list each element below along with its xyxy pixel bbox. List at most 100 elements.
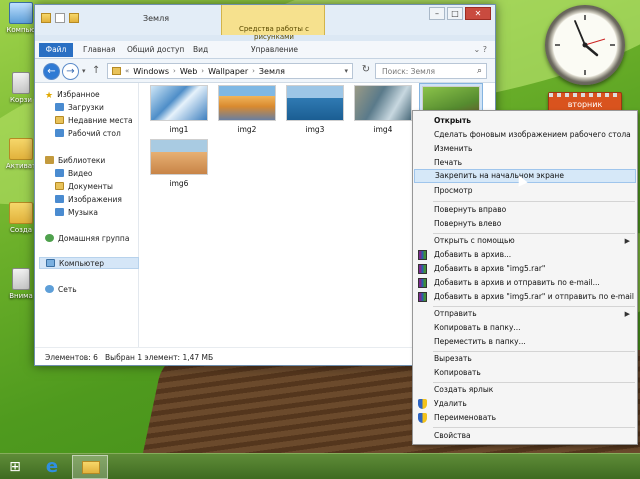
breadcrumb-windows[interactable]: Windows [133,67,169,76]
window-title: Земля [143,14,170,23]
file-name: img2 [237,125,257,134]
ribbon-tabs: Файл Главная Общий доступ Вид Управление… [35,41,495,59]
nav-network[interactable]: Сеть [45,284,77,296]
file-item[interactable]: img2 [217,85,277,134]
file-item[interactable]: img6 [149,139,209,188]
recent-locations-icon[interactable]: ▾ [82,67,86,75]
file-item[interactable]: img4 [353,85,413,134]
calendar-day: вторник [567,100,603,109]
nav-favorites[interactable]: ★ Избранное [45,89,100,101]
start-button[interactable]: ⊞ [4,458,26,476]
tab-home[interactable]: Главная [83,43,115,57]
breadcrumb-web[interactable]: Web [180,67,197,76]
tab-file[interactable]: Файл [39,43,73,57]
forward-button[interactable]: → [62,63,79,80]
nav-pictures[interactable]: Изображения [55,194,122,206]
menu-item-delete[interactable]: Удалить [414,397,636,411]
breadcrumb-earth[interactable]: Земля [259,67,285,76]
menu-item-properties[interactable]: Свойства [414,429,636,443]
menu-separator [433,427,635,428]
nav-homegroup[interactable]: Домашняя группа [45,233,129,245]
menu-item-print[interactable]: Печать [414,156,636,170]
nav-desktop[interactable]: Рабочий стол [55,128,121,140]
winrar-icon [418,278,427,288]
menu-item-add-to-archive[interactable]: Добавить в архив... [414,248,636,262]
chevron-right-icon[interactable]: › [201,67,204,75]
close-button[interactable]: ✕ [465,7,491,20]
quick-access-toolbar [41,13,79,23]
menu-item-img5-rar-and-email[interactable]: Добавить в архив "img5.rar" и отправить … [414,290,636,304]
menu-item-move-to-folder[interactable]: Переместить в папку... [414,335,636,349]
folder-icon [9,138,33,160]
menu-item-open[interactable]: Открыть [414,114,636,128]
nav-video[interactable]: Видео [55,168,92,180]
document-icon [12,268,30,290]
file-item[interactable]: img3 [285,85,345,134]
maximize-button[interactable]: □ [447,7,463,20]
menu-separator [433,201,635,202]
menu-item-rotate-right[interactable]: Повернуть вправо [414,203,636,217]
minimize-button[interactable]: – [429,7,445,20]
menu-label: Добавить в архив и отправить по e-mail..… [434,278,600,287]
chevron-right-icon[interactable]: › [252,67,255,75]
computer-icon [46,259,55,267]
menu-item-add-to-img5-rar[interactable]: Добавить в архив "img5.rar" [414,262,636,276]
menu-item-archive-and-email[interactable]: Добавить в архив и отправить по e-mail..… [414,276,636,290]
menu-item-create-shortcut[interactable]: Создать ярлык [414,383,636,397]
menu-item-copy-to-folder[interactable]: Копировать в папку... [414,321,636,335]
image-thumbnail [286,85,344,121]
chevron-down-icon[interactable]: ▾ [344,67,348,75]
menu-item-open-with[interactable]: Открыть с помощью ▶ [414,234,636,248]
picture-tools-tab-group: Средства работы с рисунками [221,5,325,41]
nav-recent-places[interactable]: Недавние места [55,115,133,127]
nav-libraries[interactable]: Библиотеки [45,155,105,167]
winrar-icon [418,292,427,302]
menu-item-rotate-left[interactable]: Повернуть влево [414,217,636,231]
nav-label: Музыка [68,208,98,217]
file-item[interactable]: img1 [149,85,209,134]
file-name: img3 [305,125,325,134]
menu-item-set-desktop-background[interactable]: Сделать фоновым изображением рабочего ст… [414,128,636,142]
tab-manage[interactable]: Управление [251,43,298,57]
title-bar[interactable]: Земля Средства работы с рисунками – □ ✕ [35,5,495,41]
refresh-icon[interactable]: ↻ [359,64,373,78]
nav-computer[interactable]: Компьютер [39,257,139,269]
menu-item-send-to[interactable]: Отправить ▶ [414,307,636,321]
tab-view[interactable]: Вид [193,43,208,57]
expand-ribbon-icon[interactable]: ⌄ ? [474,45,488,54]
breadcrumb-wallpaper[interactable]: Wallpaper [208,67,248,76]
shield-icon [418,399,427,409]
taskbar: ⊞ e [0,453,640,479]
new-folder-icon[interactable] [69,13,79,23]
up-button[interactable]: ↑ [92,65,100,76]
item-count: Элементов: 6 [45,353,98,362]
clock-gadget[interactable] [545,5,625,85]
menu-item-rename[interactable]: Переименовать [414,411,636,425]
menu-item-cut[interactable]: Вырезать [414,352,636,366]
downloads-icon [55,103,64,111]
selection-info: Выбран 1 элемент: 1,47 МБ [105,353,214,362]
window-controls: – □ ✕ [429,7,491,20]
nav-downloads[interactable]: Загрузки [55,102,104,114]
address-bar[interactable]: « Windows › Web › Wallpaper › Земля ▾ [107,63,353,79]
desktop-icon [55,129,64,137]
menu-label: Добавить в архив... [434,250,512,259]
file-explorer-taskbar-button[interactable] [72,455,108,479]
menu-item-edit[interactable]: Изменить [414,142,636,156]
file-name: img6 [169,179,189,188]
chevron-right-icon[interactable]: › [173,67,176,75]
back-button[interactable]: ← [43,63,60,80]
address-overflow[interactable]: « [125,67,129,75]
internet-explorer-icon[interactable]: e [38,456,66,478]
menu-item-copy[interactable]: Копировать [414,366,636,380]
menu-item-preview[interactable]: Просмотр [414,184,636,198]
picture-tools-label: Средства работы с рисунками [238,25,310,41]
nav-documents[interactable]: Документы [55,181,113,193]
properties-icon[interactable] [55,13,65,23]
search-input[interactable]: Поиск: Земля ⌕ [375,63,487,79]
nav-music[interactable]: Музыка [55,207,98,219]
shield-icon [418,413,427,423]
computer-icon [9,2,33,24]
tab-share[interactable]: Общий доступ [127,43,184,57]
image-thumbnail [150,85,208,121]
